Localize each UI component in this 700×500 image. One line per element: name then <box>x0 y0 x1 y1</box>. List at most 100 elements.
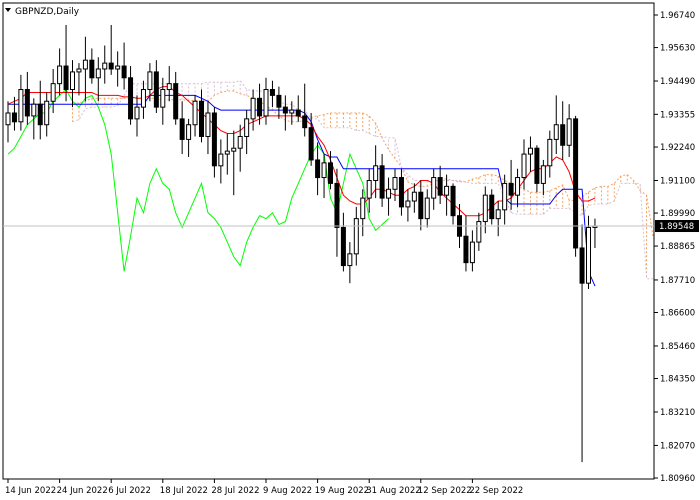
candle-body <box>121 65 127 79</box>
candle-body <box>160 89 166 108</box>
x-tick-label: 12 Sep 2022 <box>418 486 472 496</box>
x-tick-label: 24 Jun 2022 <box>57 486 108 496</box>
candle-body <box>31 103 37 117</box>
x-tick-label: 18 Jul 2022 <box>160 486 208 496</box>
candle-body <box>515 177 521 196</box>
candle-body <box>373 165 379 181</box>
candle-body <box>386 188 392 199</box>
candle-body <box>379 165 385 199</box>
candle-body <box>18 89 24 123</box>
candle-body <box>444 185 450 196</box>
candle-body <box>411 191 417 202</box>
candle-body <box>321 162 327 179</box>
candle-body <box>534 147 540 184</box>
x-tick-label: 9 Aug 2022 <box>263 486 312 496</box>
x-tick-label: 19 Aug 2022 <box>315 486 369 496</box>
x-tick-label: 14 Jun 2022 <box>5 486 56 496</box>
candle-body <box>57 65 63 85</box>
candle-body <box>437 177 443 196</box>
candle-body <box>237 135 243 149</box>
candle-body <box>257 97 263 117</box>
current-price-label: 1.89548 <box>659 222 694 232</box>
candle-body <box>134 106 140 120</box>
candle-body <box>566 118 572 146</box>
candle-body <box>5 112 11 126</box>
candle-body <box>224 150 230 155</box>
x-tick-label: 6 Jul 2022 <box>108 486 151 496</box>
y-tick-label: 1.91100 <box>660 176 695 186</box>
candle-body <box>147 71 153 91</box>
candle-body <box>211 112 217 167</box>
candle-body <box>347 253 353 267</box>
candle-body <box>128 77 134 120</box>
candle-body <box>44 100 50 126</box>
symbol-dropdown-icon[interactable] <box>5 8 11 12</box>
y-tick-label: 1.80960 <box>660 474 695 484</box>
candle-body <box>521 153 527 179</box>
candle-body <box>231 147 237 152</box>
candle-body <box>315 159 321 179</box>
candle-body <box>560 124 566 146</box>
candle-body <box>199 100 204 137</box>
symbol-title: GBPNZD,Daily <box>15 7 80 17</box>
candle-body <box>115 65 121 70</box>
candle-body <box>269 89 275 96</box>
y-tick-label: 1.96740 <box>660 11 695 21</box>
candle-body <box>244 118 250 137</box>
candle-body <box>11 112 17 123</box>
candle-body <box>192 100 198 126</box>
candle-body <box>508 182 514 196</box>
x-tick-label: 22 Sep 2022 <box>469 486 523 496</box>
x-tick-label: 31 Aug 2022 <box>366 486 420 496</box>
candle-body <box>469 241 475 264</box>
y-tick-label: 1.87710 <box>660 276 695 286</box>
y-tick-label: 1.86600 <box>660 309 695 319</box>
candle-body <box>476 221 482 243</box>
candle-body <box>489 194 495 220</box>
candle-body <box>166 83 172 91</box>
candle-body <box>108 62 114 70</box>
symbol-title-group: GBPNZD,Daily <box>5 7 80 17</box>
y-tick-label: 1.85460 <box>660 342 695 352</box>
candle-body <box>418 191 424 220</box>
candle-body <box>82 59 88 70</box>
ichimoku-cloud <box>72 80 648 279</box>
candle-body <box>527 147 533 155</box>
candle-body <box>76 68 82 73</box>
candle-body <box>50 83 56 102</box>
candle-body <box>302 115 308 129</box>
candle-body <box>398 177 404 208</box>
candle-body <box>24 89 30 117</box>
price-chart[interactable]: 1.96740 1.95630 1.94490 1.93355 1.92240 1.911… <box>0 0 700 500</box>
y-tick-label: 1.88865 <box>660 242 695 252</box>
candle-body <box>95 68 101 79</box>
candle-body <box>37 103 43 126</box>
candle-body <box>424 197 430 220</box>
candle-body <box>179 118 185 140</box>
candle-body <box>340 226 346 267</box>
candle-body <box>553 124 559 140</box>
candle-body <box>282 106 288 114</box>
candle-body <box>250 97 256 120</box>
candle-body <box>450 185 456 217</box>
y-tick-label: 1.84350 <box>660 375 695 385</box>
candle-body <box>540 165 546 184</box>
senkou-span-b-line <box>72 80 653 280</box>
candle-body <box>353 218 359 255</box>
y-tick-label: 1.89990 <box>660 209 695 219</box>
y-tick-label: 1.82070 <box>660 441 695 451</box>
y-tick-label: 1.92240 <box>660 143 695 153</box>
candle-body <box>276 94 282 108</box>
y-tick-label: 1.83210 <box>660 408 695 418</box>
candle-body <box>205 112 211 137</box>
candle-body <box>63 65 69 91</box>
candle-body <box>482 194 488 223</box>
candle-body <box>405 200 411 208</box>
candle-body <box>153 71 159 108</box>
candle-body <box>102 62 108 70</box>
y-tick-label: 1.93355 <box>660 110 695 120</box>
candle-body <box>89 59 95 79</box>
chart-axes: 1.96740 1.95630 1.94490 1.93355 1.92240 1.911… <box>2 2 699 496</box>
candle-body <box>586 226 591 284</box>
candle-body <box>495 209 501 220</box>
